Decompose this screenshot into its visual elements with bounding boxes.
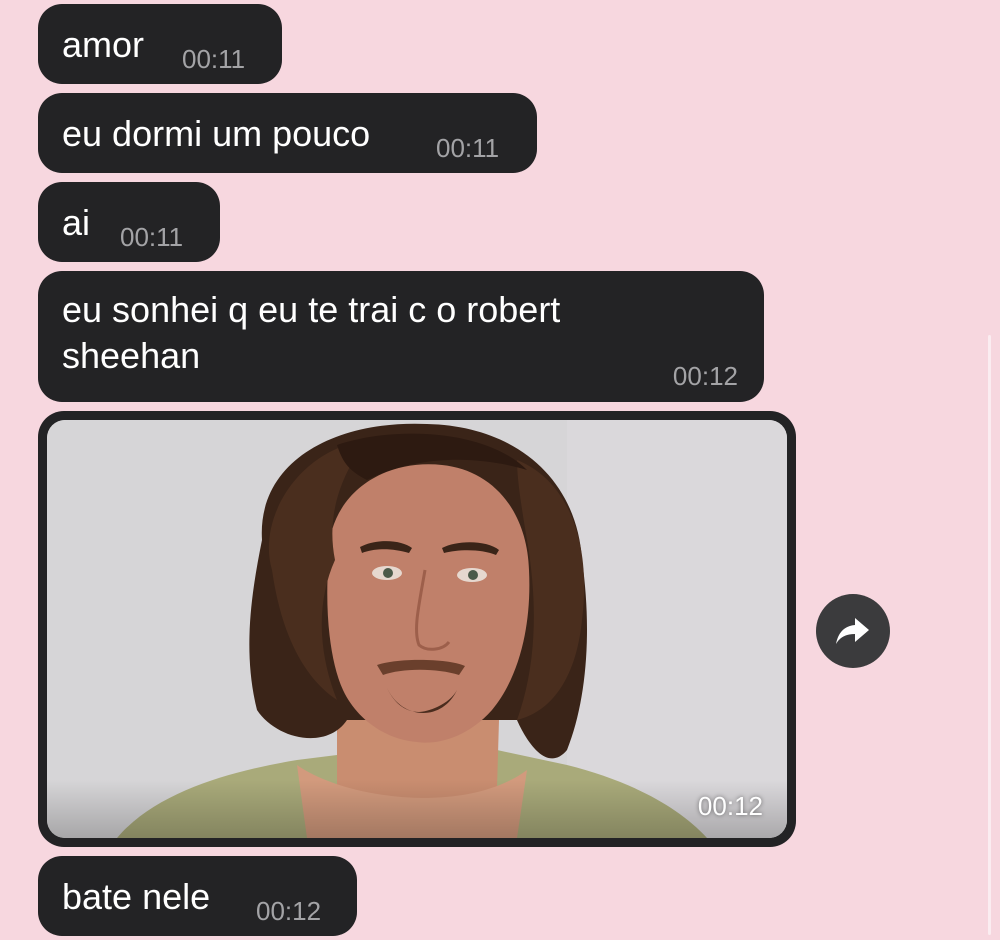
message-text: eu dormi um pouco [62, 113, 371, 154]
photo[interactable]: 00:12 [47, 420, 787, 838]
portrait-photo-image [47, 420, 787, 838]
message-text: eu sonhei q eu te trai c o robert sheeha… [62, 289, 561, 376]
message-time: 00:12 [256, 896, 322, 926]
share-arrow-icon [836, 618, 869, 644]
message-time: 00:12 [672, 361, 738, 391]
message-time: 00:11 [120, 222, 184, 252]
message-text: ai [62, 202, 91, 243]
message-time: 00:11 [182, 44, 246, 74]
message-bubble[interactable]: bate nele 00:12 [38, 856, 357, 936]
chat-thread: amor 00:11 eu dormi um pouco 00:11 ai 00… [0, 0, 1000, 940]
message-bubble[interactable]: eu sonhei q eu te trai c o robert sheeha… [38, 271, 764, 402]
photo-message[interactable]: 00:12 [38, 411, 796, 847]
message-text: amor [62, 24, 145, 65]
scrollbar[interactable] [988, 335, 991, 935]
message-bubble[interactable]: ai 00:11 [38, 182, 220, 262]
share-button[interactable] [816, 594, 890, 668]
message-bubble[interactable]: amor 00:11 [38, 4, 282, 84]
message-time: 00:12 [697, 791, 763, 821]
message-time: 00:11 [436, 133, 500, 163]
message-text: bate nele [62, 876, 211, 917]
message-bubble[interactable]: eu dormi um pouco 00:11 [38, 93, 537, 173]
